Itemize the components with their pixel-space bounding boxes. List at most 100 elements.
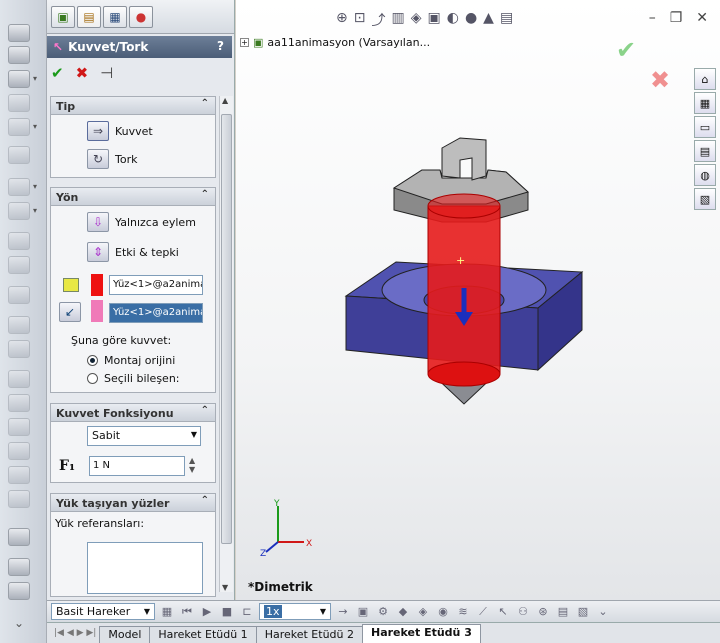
- sketch-icon[interactable]: [8, 24, 30, 42]
- rapid-sketch-icon[interactable]: [8, 466, 30, 484]
- spring-icon[interactable]: ≋: [455, 605, 471, 618]
- tab-scroll-arrows[interactable]: |◀ ◀ ▶ ▶|: [51, 628, 99, 638]
- tork-label: Tork: [115, 152, 138, 166]
- pattern-icon[interactable]: [8, 370, 30, 388]
- kuvvet-option[interactable]: ⇒ Kuvvet: [87, 121, 153, 141]
- collapse-icon[interactable]: ⌃: [201, 98, 209, 109]
- line-icon[interactable]: [8, 70, 30, 88]
- configuration-manager-tab[interactable]: ▦: [103, 5, 127, 28]
- speed-dropdown[interactable]: 1x ▼: [259, 603, 331, 620]
- gravity-icon[interactable]: ⊛: [535, 605, 551, 618]
- property-manager-tab[interactable]: ▤: [77, 5, 101, 28]
- play-from-start-icon[interactable]: ⏮: [179, 605, 195, 619]
- origin-marker: +: [456, 254, 465, 267]
- face1-field[interactable]: Yüz<1>@a2anima: [109, 275, 203, 295]
- selected-component-radio[interactable]: Seçili bileşen:: [87, 372, 180, 385]
- cylinder-bottom: [427, 361, 501, 387]
- action-reaction-option[interactable]: ⇕ Etki & tepki: [87, 242, 179, 262]
- tab-study-3[interactable]: Hareket Etüdü 3: [362, 624, 481, 643]
- face2-field[interactable]: Yüz<1>@a2anima: [109, 303, 203, 323]
- results-icon[interactable]: ▤: [555, 605, 571, 618]
- add-key-icon[interactable]: ◈: [415, 605, 431, 618]
- yon-group: Yön ⌃ ⇩ Yalnızca eylem ⇕ Etki & tepki Yüz…: [50, 187, 216, 393]
- collapse-icon[interactable]: ⌃: [201, 405, 209, 416]
- instant-2d-icon[interactable]: [8, 490, 30, 508]
- reference-label: Şuna göre kuvvet:: [71, 334, 172, 347]
- tab-study-1[interactable]: Hareket Etüdü 1: [149, 626, 257, 643]
- cube-icon[interactable]: [8, 582, 30, 600]
- function-value: Sabit: [92, 429, 121, 442]
- relation-icon[interactable]: [8, 394, 30, 412]
- load-bearing-group: Yük taşıyan yüzler ⌃ Yük referansları:: [50, 493, 216, 597]
- trim-icon[interactable]: [8, 286, 30, 304]
- action-reaction-icon: ⇕: [87, 242, 109, 262]
- repair-icon[interactable]: [8, 418, 30, 436]
- feature-manager-tab[interactable]: ▣: [51, 5, 75, 28]
- autokey-icon[interactable]: ◆: [395, 605, 411, 618]
- rectangle-icon[interactable]: [8, 178, 30, 196]
- tork-option[interactable]: ↻ Tork: [87, 149, 137, 169]
- direction-arrow-icon[interactable]: ↙: [59, 302, 81, 322]
- color-swatch-pink: [91, 300, 103, 322]
- function-dropdown[interactable]: Sabit ▼: [87, 426, 201, 446]
- save-animation-icon[interactable]: ▣: [355, 605, 371, 618]
- assembly-origin-radio[interactable]: Montaj orijini: [87, 354, 175, 367]
- graphics-area[interactable]: ⊕ ⊡ ⤴ ▥ ◈ ▣ ◐ ● ▲ ▤ – ❐ ✕ + ▣ aa11animas…: [236, 0, 720, 600]
- load-references-list[interactable]: [87, 542, 203, 594]
- spline-icon[interactable]: [8, 146, 30, 164]
- smart-dimension-icon[interactable]: [8, 46, 30, 64]
- playback-mode-icon[interactable]: ⊏: [239, 605, 255, 618]
- offset-icon[interactable]: [8, 256, 30, 274]
- circle-icon[interactable]: [8, 94, 30, 112]
- ok-icon[interactable]: ✔: [51, 64, 64, 82]
- radio-selected: [87, 355, 98, 366]
- collapse-manager-icon[interactable]: ⌄: [595, 605, 611, 618]
- force-value-input[interactable]: 1 N: [89, 456, 185, 476]
- pm-title: Kuvvet/Tork: [68, 40, 149, 54]
- motor-icon[interactable]: ◉: [435, 605, 451, 618]
- assembly-origin-label: Montaj orijini: [104, 354, 176, 367]
- damper-icon[interactable]: ⟋: [475, 605, 491, 619]
- component-icon: [63, 278, 79, 292]
- load-references-label: Yük referansları:: [55, 517, 145, 530]
- collapse-icon[interactable]: ⌃: [201, 189, 209, 200]
- pushpin-icon[interactable]: ⊣: [100, 64, 113, 82]
- study-tabs: |◀ ◀ ▶ ▶| Model Hareket Etüdü 1 Hareket …: [47, 622, 720, 643]
- action-only-option[interactable]: ⇩ Yalnızca eylem: [87, 212, 196, 232]
- cancel-icon[interactable]: ✖: [76, 64, 89, 82]
- force-icon[interactable]: ↖: [495, 605, 511, 618]
- motion-study-toolbar: Basit Hareker ▼ ▦ ⏮ ▶ ■ ⊏ 1x ▼ → ▣ ⚙ ◆ ◈…: [47, 600, 720, 622]
- view-name-label: *Dimetrik: [248, 580, 313, 594]
- fillet-icon[interactable]: [8, 232, 30, 250]
- tab-study-2[interactable]: Hareket Etüdü 2: [255, 626, 363, 643]
- box-icon[interactable]: [8, 558, 30, 576]
- scroll-thumb[interactable]: [221, 114, 232, 544]
- animation-wizard-icon[interactable]: ⚙: [375, 605, 391, 618]
- mirror-icon[interactable]: [8, 316, 30, 334]
- help-button[interactable]: ?: [217, 39, 224, 53]
- study-type-dropdown[interactable]: Basit Hareker ▼: [51, 603, 155, 620]
- play-icon[interactable]: ▶: [199, 605, 215, 618]
- anchor-icon[interactable]: [8, 528, 30, 546]
- collapse-icon[interactable]: ⌃: [201, 495, 209, 506]
- arc-icon[interactable]: [8, 118, 30, 136]
- tip-header: Tip: [56, 100, 76, 113]
- display-manager-tab[interactable]: ●: [129, 5, 153, 28]
- color-swatch-red: [91, 274, 103, 296]
- contact-icon[interactable]: ⚇: [515, 605, 531, 618]
- dropdown-arrow-icon: ▼: [143, 607, 150, 616]
- forward-icon[interactable]: →: [335, 605, 351, 618]
- tongue-key: [441, 137, 487, 181]
- stop-icon[interactable]: ■: [219, 605, 235, 618]
- calculate-icon[interactable]: ▦: [159, 605, 175, 618]
- quick-snap-icon[interactable]: [8, 442, 30, 460]
- move-icon[interactable]: [8, 340, 30, 358]
- spinner-icon[interactable]: ▲ ▼: [189, 456, 195, 474]
- selected-component-label: Seçili bileşen:: [104, 372, 180, 385]
- study-properties-icon[interactable]: ▧: [575, 605, 591, 618]
- appearance-icon: ●: [135, 9, 147, 24]
- pm-scrollbar[interactable]: ▲ ▼: [219, 96, 233, 592]
- polygon-icon[interactable]: [8, 202, 30, 220]
- configuration-icon: ▦: [109, 9, 121, 24]
- tab-model[interactable]: Model: [99, 626, 151, 643]
